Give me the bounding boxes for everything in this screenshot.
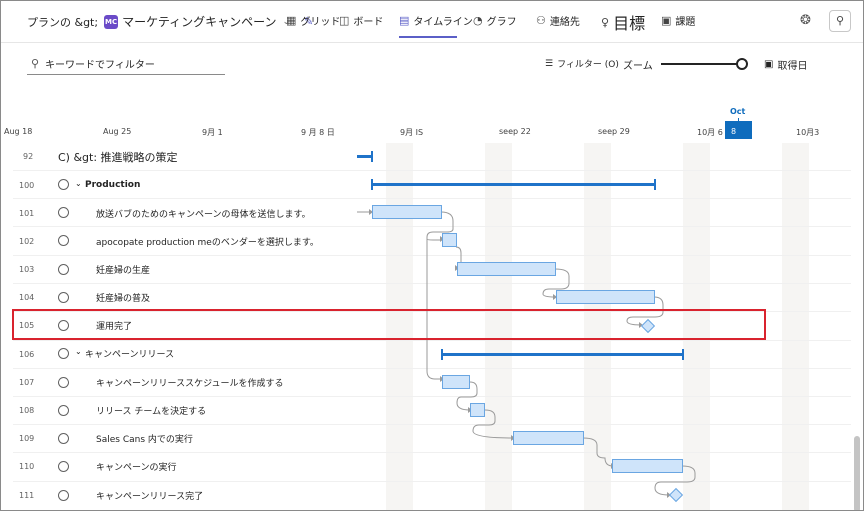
task-bar[interactable] — [513, 431, 584, 445]
summary-bar-cap — [371, 151, 373, 162]
summary-bar[interactable] — [357, 155, 372, 158]
summary-bar[interactable] — [372, 183, 655, 186]
vertical-scrollbar[interactable] — [854, 436, 860, 510]
summary-bar-cap — [654, 179, 656, 190]
summary-bar[interactable] — [442, 353, 683, 356]
task-bar[interactable] — [442, 233, 457, 247]
selection-highlight — [12, 309, 766, 340]
task-bar[interactable] — [612, 459, 683, 473]
task-bar[interactable] — [470, 403, 485, 417]
planner-window: プランの &gt; MC マーケティングキャンペーン ⌄ ✎ ▦ グリッド ◫ … — [0, 0, 864, 511]
task-bar[interactable] — [556, 290, 655, 304]
task-bar[interactable] — [442, 375, 470, 389]
summary-bar-cap — [682, 349, 684, 360]
dependency-links — [357, 209, 696, 498]
summary-bar-cap — [371, 179, 373, 190]
summary-bar-cap — [441, 349, 443, 360]
task-bar[interactable] — [457, 262, 556, 276]
task-bar[interactable] — [372, 205, 442, 219]
